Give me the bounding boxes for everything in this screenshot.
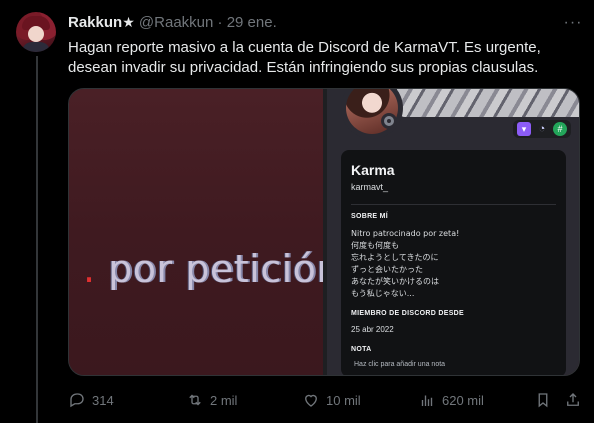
profile-badges: ▾ ◔ # [513, 120, 571, 138]
bookmark-button[interactable] [534, 386, 552, 414]
profile-username: karmavt_ [351, 182, 389, 192]
avatar-face [28, 26, 44, 42]
repost-button[interactable]: 2 mil [186, 386, 237, 414]
like-count: 10 mil [326, 392, 361, 408]
reply-count: 314 [92, 392, 114, 408]
member-since-date: 25 abr 2022 [351, 325, 394, 334]
views-button[interactable]: 620 mil [418, 386, 484, 414]
heart-icon [305, 394, 317, 407]
media-caption-text: por petición [95, 247, 341, 291]
views-count: 620 mil [442, 392, 484, 408]
author-handle[interactable]: @Raakkun [139, 14, 213, 31]
separator-dot: · [217, 14, 223, 31]
repost-count: 2 mil [210, 392, 238, 408]
media-caption-prefix: . [83, 247, 96, 291]
member-since-heading: MIEMBRO DE DISCORD DESDE [351, 310, 464, 317]
profile-avatar [341, 89, 403, 139]
star-icon: ★ [122, 14, 135, 30]
banner-art [397, 89, 579, 117]
tweet-actions: 314 2 mil 10 mil 620 mil [68, 386, 584, 414]
offline-status-icon [381, 113, 397, 129]
discord-profile-panel: ▾ ◔ # Karma karmavt_ SOBRE MÍ Nitro patr… [327, 89, 579, 375]
tweet-header: Rakkun★ @Raakkun · 29 ene. [68, 14, 277, 31]
profile-name: Karma [351, 162, 395, 178]
avatar-body [22, 42, 50, 52]
tweet-text: Hagan reporte masivo a la cuenta de Disc… [68, 39, 541, 76]
media-caption: . por petición [83, 247, 341, 291]
about-heading: SOBRE MÍ [351, 213, 389, 220]
media-left-panel: . por petición [69, 89, 340, 375]
more-options-icon[interactable]: ··· [562, 12, 584, 34]
profile-card: Karma karmavt_ SOBRE MÍ Nitro patrocinad… [341, 150, 566, 375]
note-placeholder: Haz clic para añadir una nota [354, 361, 446, 368]
share-button[interactable] [564, 386, 582, 414]
author-display-name[interactable]: Rakkun [68, 14, 122, 31]
reply-icon [70, 393, 84, 408]
boost-badge-icon: ◔ [538, 123, 546, 135]
author-avatar[interactable] [16, 12, 56, 52]
nitro-badge-icon: ▾ [517, 122, 531, 136]
note-heading: NOTA [351, 346, 372, 353]
bookmark-icon [538, 393, 548, 408]
hypesquad-badge-icon: # [553, 122, 567, 136]
tweet-media[interactable]: . por petición ▾ ◔ # Karma karmavt_ SOBR… [68, 88, 580, 376]
like-button[interactable]: 10 mil [302, 386, 361, 414]
share-icon [567, 393, 579, 406]
thread-line [36, 56, 38, 423]
about-text: Nitro patrocinado por zeta! 何度も何度も 忘れようと… [351, 229, 460, 298]
views-icon [421, 395, 433, 406]
tweet-date[interactable]: 29 ene. [227, 14, 277, 31]
repost-icon [189, 394, 201, 406]
profile-divider [351, 204, 556, 205]
reply-button[interactable]: 314 [68, 386, 114, 414]
